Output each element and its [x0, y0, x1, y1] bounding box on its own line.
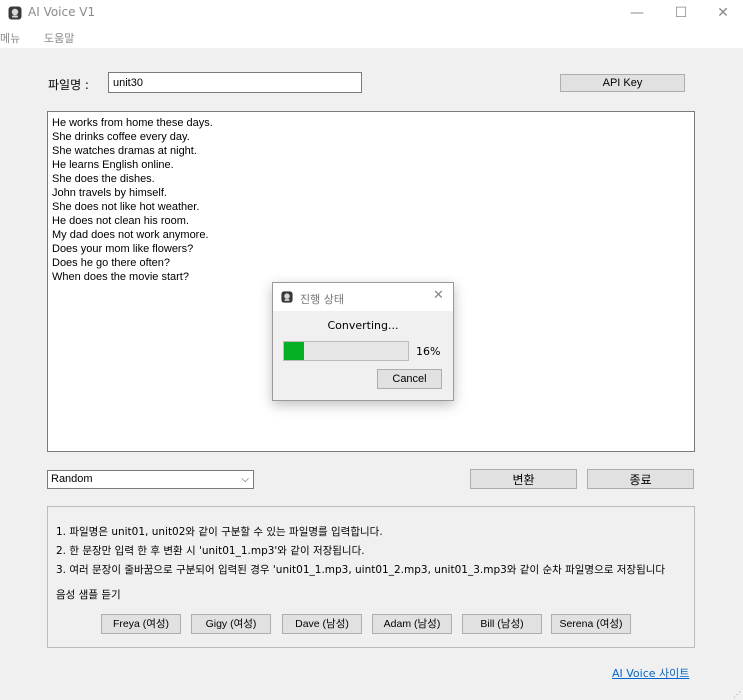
api-key-button[interactable]: API Key	[560, 74, 685, 92]
progress-dialog: 진행 상태 ✕ Converting... 16% Cancel	[272, 282, 454, 401]
close-icon[interactable]: ✕	[433, 288, 444, 303]
voice-sample-label: 음성 샘플 듣기	[56, 589, 121, 601]
app-icon	[8, 6, 22, 20]
info-line: 1. 파일명은 unit01, unit02와 같이 구분할 수 있는 파일명를…	[56, 526, 383, 538]
voice-select-value: Random	[51, 473, 93, 485]
text-line: Does he go there often?	[52, 257, 171, 269]
text-line: He learns English online.	[52, 159, 174, 171]
text-line: My dad does not work anymore.	[52, 229, 209, 241]
chevron-down-icon: ⌵	[241, 474, 249, 485]
convert-button[interactable]: 변환	[470, 469, 577, 489]
dialog-title: 진행 상태	[300, 293, 344, 306]
filename-label: 파일명 :	[48, 78, 89, 92]
close-button[interactable]: ✕	[706, 0, 740, 26]
text-line: Does your mom like flowers?	[52, 243, 194, 255]
voice-sample-adam-button[interactable]: Adam (남성)	[372, 614, 452, 634]
info-group: 1. 파일명은 unit01, unit02와 같이 구분할 수 있는 파일명를…	[47, 506, 695, 648]
text-line: He works from home these days.	[52, 117, 213, 129]
info-line: 2. 한 문장만 입력 한 후 변환 시 'unit01_1.mp3'와 같이 …	[56, 545, 365, 557]
progress-bar-fill	[284, 342, 304, 360]
resize-grip-icon[interactable]: ⋰	[733, 690, 741, 699]
voice-sample-bill-button[interactable]: Bill (남성)	[462, 614, 542, 634]
app-icon	[281, 291, 293, 303]
text-line: She drinks coffee every day.	[52, 131, 190, 143]
progress-status-text: Converting...	[327, 319, 399, 332]
voice-sample-freya-button[interactable]: Freya (여성)	[101, 614, 181, 634]
info-line: 3. 여러 문장이 줄바꿈으로 구분되어 입력된 경우 'unit01_1.mp…	[56, 564, 666, 576]
dialog-title-bar: 진행 상태 ✕	[273, 283, 453, 311]
cancel-button[interactable]: Cancel	[377, 369, 442, 389]
voice-sample-serena-button[interactable]: Serena (여성)	[551, 614, 631, 634]
voice-select[interactable]: Random ⌵	[47, 470, 254, 489]
ai-voice-site-link[interactable]: AI Voice 사이트	[612, 665, 689, 681]
window-title: AI Voice V1	[28, 5, 96, 19]
minimize-button[interactable]: —	[620, 0, 654, 26]
exit-button[interactable]: 종료	[587, 469, 694, 489]
voice-sample-gigy-button[interactable]: Gigy (여성)	[191, 614, 271, 634]
progress-bar	[283, 341, 409, 361]
text-line: She does the dishes.	[52, 173, 155, 185]
title-bar: AI Voice V1 — ☐ ✕	[0, 0, 743, 26]
text-line: John travels by himself.	[52, 187, 167, 199]
menu-item-help[interactable]: 도움말	[44, 30, 74, 46]
maximize-button[interactable]: ☐	[664, 0, 698, 26]
menu-item-menu[interactable]: 메뉴	[0, 30, 20, 46]
text-line: He does not clean his room.	[52, 215, 189, 227]
text-line: She does not like hot weather.	[52, 201, 200, 213]
text-line: She watches dramas at night.	[52, 145, 197, 157]
progress-percent-label: 16%	[416, 345, 441, 358]
voice-sample-dave-button[interactable]: Dave (남성)	[282, 614, 362, 634]
menu-bar: 메뉴 도움말	[0, 26, 743, 48]
filename-input[interactable]	[108, 72, 362, 93]
